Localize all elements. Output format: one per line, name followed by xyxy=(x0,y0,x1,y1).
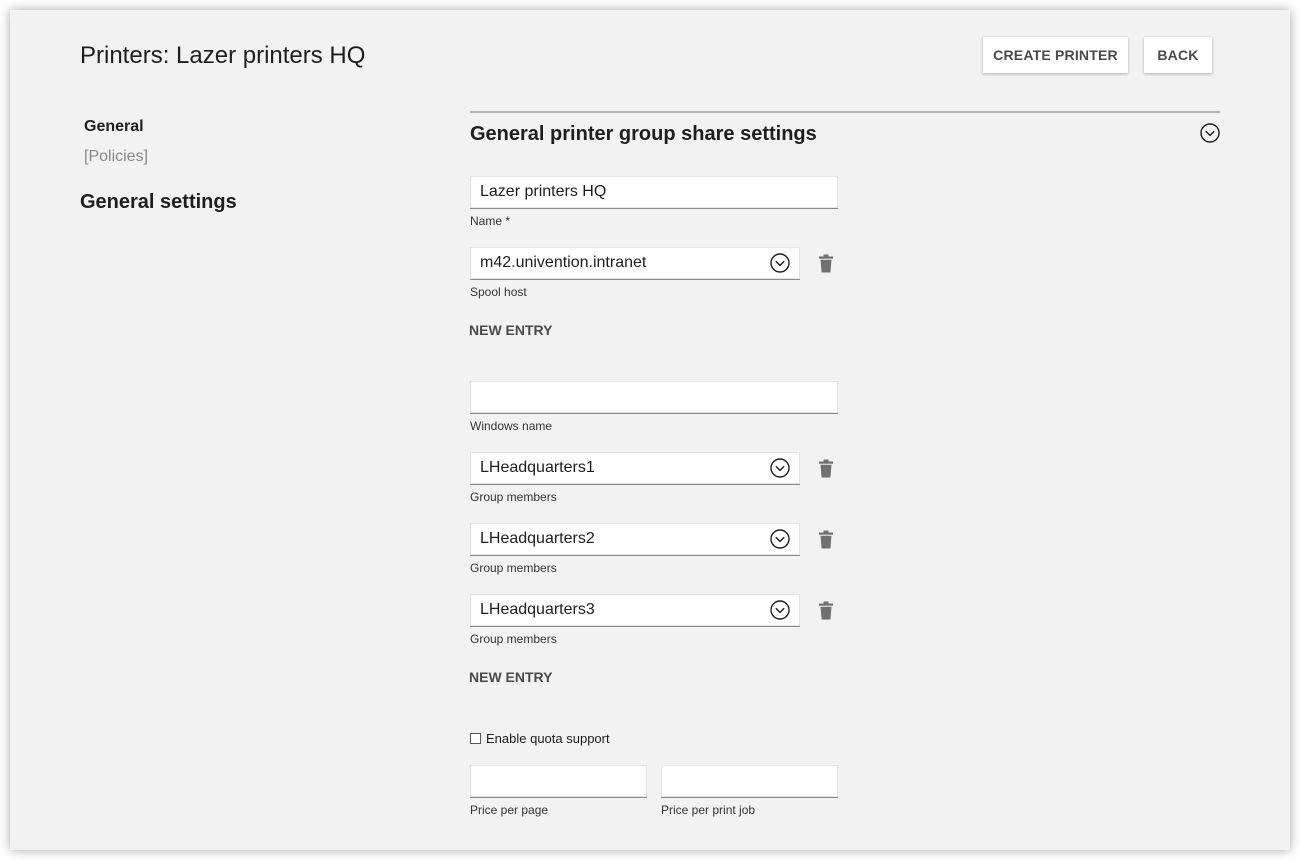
new-group-member-entry-button[interactable]: NEW ENTRY xyxy=(469,669,552,685)
price-per-print-job-label: Price per print job xyxy=(661,803,756,817)
quota-support-checkbox[interactable] xyxy=(470,733,481,744)
name-value: Lazer printers HQ xyxy=(480,183,607,200)
group-member-label: Group members xyxy=(470,561,557,575)
group-member-select[interactable]: LHeadquarters2 xyxy=(470,523,800,556)
delete-spool-host-trash-icon[interactable] xyxy=(817,254,835,274)
price-per-page-label: Price per page xyxy=(470,803,549,817)
app-window: Printers: Lazer printers HQ CREATE PRINT… xyxy=(10,10,1290,850)
collapse-section-icon[interactable] xyxy=(1199,122,1221,144)
new-spool-host-entry-button[interactable]: NEW ENTRY xyxy=(469,322,552,338)
group-member-select[interactable]: LHeadquarters3 xyxy=(470,594,800,627)
section-title: General printer group share settings xyxy=(470,123,817,145)
nav-item-policies[interactable]: [Policies] xyxy=(84,148,148,166)
windows-name-label: Windows name xyxy=(470,419,553,433)
delete-group-member-trash-icon[interactable] xyxy=(817,530,835,550)
spool-host-label: Spool host xyxy=(470,285,527,299)
chevron-down-icon[interactable] xyxy=(769,457,791,479)
group-member-value: LHeadquarters1 xyxy=(480,459,595,476)
spool-host-select[interactable]: m42.univention.intranet xyxy=(470,247,800,280)
quota-support-label: Enable quota support xyxy=(486,731,610,746)
quota-support-toggle[interactable]: Enable quota support xyxy=(470,731,610,746)
page-title: Printers: Lazer printers HQ xyxy=(80,42,366,69)
chevron-down-icon[interactable] xyxy=(769,252,791,274)
group-member-value: LHeadquarters3 xyxy=(480,601,595,618)
name-field[interactable]: Lazer printers HQ xyxy=(470,176,838,209)
chevron-down-icon[interactable] xyxy=(769,599,791,621)
section-divider xyxy=(470,111,1220,113)
delete-group-member-trash-icon[interactable] xyxy=(817,601,835,621)
back-button[interactable]: BACK xyxy=(1144,37,1212,73)
windows-name-field[interactable] xyxy=(470,381,838,414)
price-per-print-job-field[interactable] xyxy=(661,765,838,798)
nav-item-general[interactable]: General xyxy=(84,118,144,136)
spool-host-value: m42.univention.intranet xyxy=(480,254,647,271)
delete-group-member-trash-icon[interactable] xyxy=(817,459,835,479)
group-member-label: Group members xyxy=(470,490,557,504)
group-member-label: Group members xyxy=(470,632,557,646)
create-printer-button[interactable]: CREATE PRINTER xyxy=(983,37,1128,73)
price-per-page-field[interactable] xyxy=(470,765,647,798)
name-label: Name * xyxy=(470,214,511,228)
group-member-select[interactable]: LHeadquarters1 xyxy=(470,452,800,485)
chevron-down-icon[interactable] xyxy=(769,528,791,550)
group-member-value: LHeadquarters2 xyxy=(480,530,595,547)
sidebar-heading: General settings xyxy=(80,191,237,213)
